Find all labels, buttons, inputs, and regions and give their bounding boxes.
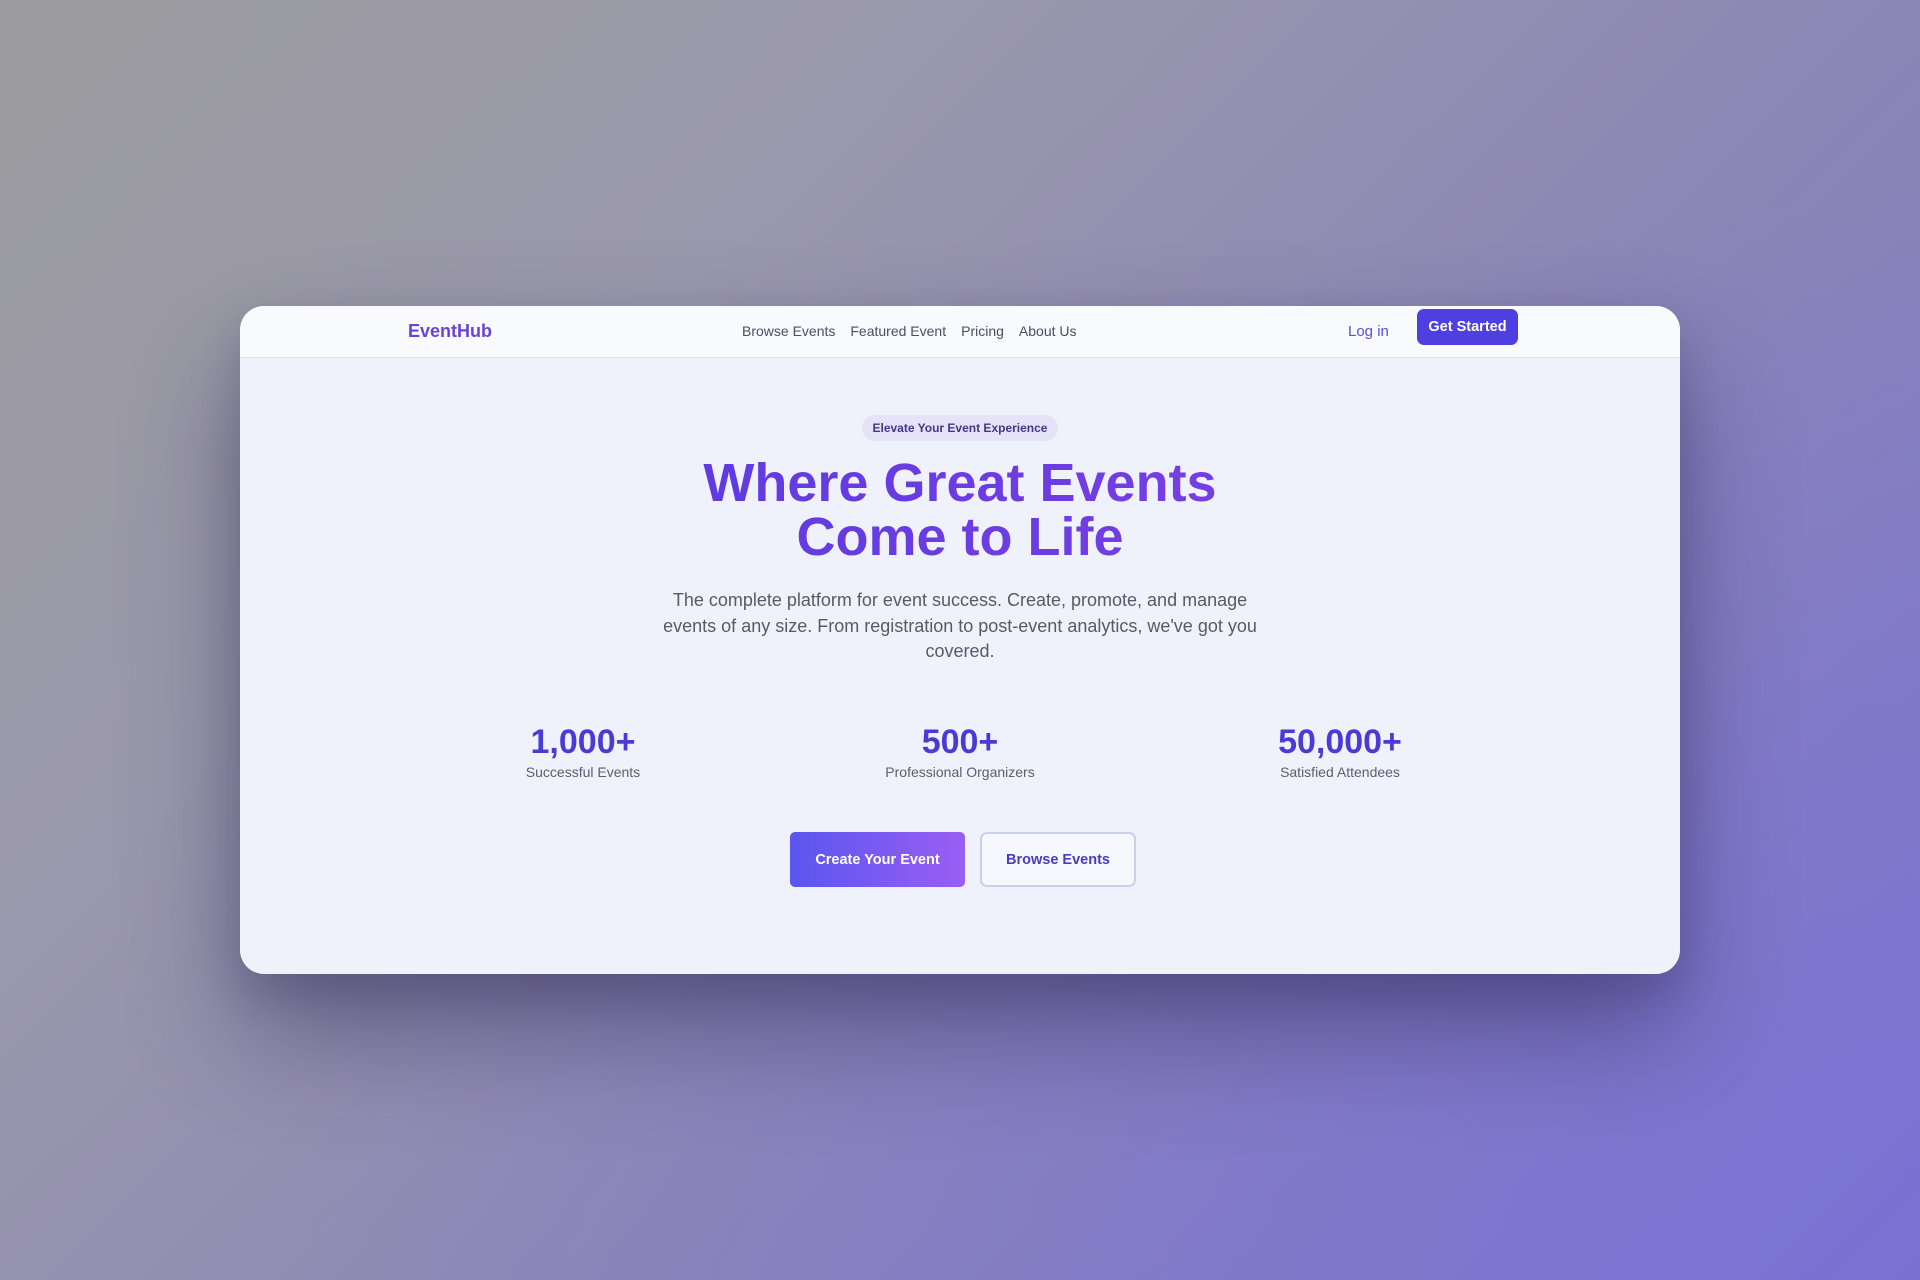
hero-badge: Elevate Your Event Experience xyxy=(862,415,1058,441)
stat-value: 1,000+ xyxy=(530,723,636,761)
get-started-button[interactable]: Get Started xyxy=(1417,309,1518,345)
hero-title: Where Great Events Come to Life xyxy=(560,456,1360,564)
nav-item-pricing[interactable]: Pricing xyxy=(961,323,1004,339)
stat-successful-events: 1,000+ Successful Events xyxy=(463,722,703,780)
nav-links: Browse Events Featured Event Pricing Abo… xyxy=(742,323,1077,339)
stat-value: 50,000+ xyxy=(1278,723,1402,761)
create-event-button[interactable]: Create Your Event xyxy=(790,832,965,887)
hero-title-line-2: Come to Life xyxy=(560,510,1360,564)
stat-value: 500+ xyxy=(921,723,999,761)
hero-title-line-1: Where Great Events xyxy=(560,456,1360,510)
stat-satisfied-attendees: 50,000+ Satisfied Attendees xyxy=(1220,722,1460,780)
stat-label: Professional Organizers xyxy=(885,764,1035,780)
login-link[interactable]: Log in xyxy=(1348,323,1389,340)
stat-professional-organizers: 500+ Professional Organizers xyxy=(840,722,1080,780)
browser-window: EventHub Browse Events Featured Event Pr… xyxy=(240,306,1680,974)
stat-label: Successful Events xyxy=(525,764,641,780)
nav-item-browse-events[interactable]: Browse Events xyxy=(742,323,835,339)
stat-label: Satisfied Attendees xyxy=(1280,764,1400,780)
browse-events-button[interactable]: Browse Events xyxy=(980,832,1136,887)
nav-item-featured-event[interactable]: Featured Event xyxy=(850,323,946,339)
nav-item-about-us[interactable]: About Us xyxy=(1019,323,1077,339)
navbar: EventHub Browse Events Featured Event Pr… xyxy=(240,306,1680,358)
brand-logo[interactable]: EventHub xyxy=(408,321,492,342)
hero-subtitle: The complete platform for event success.… xyxy=(663,590,1257,661)
